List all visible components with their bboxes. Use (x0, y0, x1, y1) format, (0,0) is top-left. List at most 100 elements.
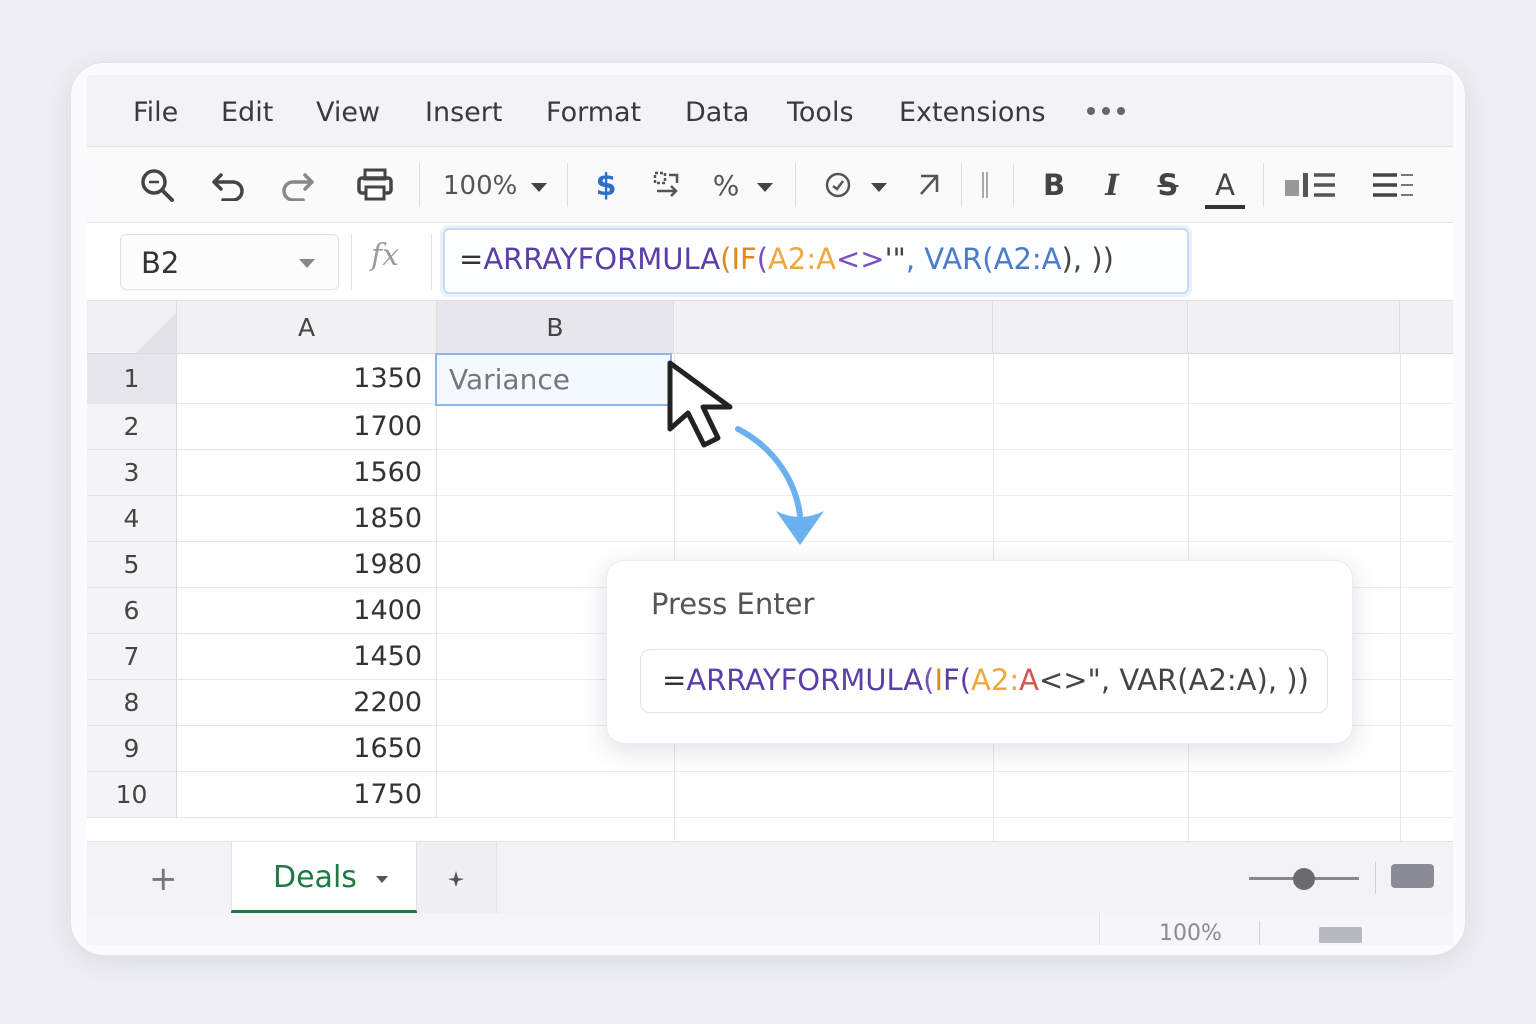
formula-bar: B2 fx =ARRAYFORMULA(IF(A2:A<>'", VAR(A2:… (87, 224, 1453, 301)
cell-a6[interactable]: 1400 (177, 588, 437, 634)
formula-token: ( (756, 242, 769, 276)
add-sheet-button[interactable]: + (149, 859, 178, 899)
zoom-dropdown-icon[interactable] (531, 183, 547, 192)
menu-tools[interactable]: Tools (787, 97, 854, 128)
formula-token: I (934, 663, 944, 697)
column-header-a[interactable]: A (177, 301, 437, 354)
view-toggle-button[interactable] (1391, 864, 1434, 888)
zoom-slider-handle[interactable] (1293, 868, 1315, 890)
formula-token: A2: (971, 663, 1020, 697)
status-bar: 100% (87, 913, 1453, 945)
cursor-annotation (667, 360, 824, 545)
expand-arrow-icon[interactable] (911, 165, 945, 205)
sheet-tab-deals[interactable]: Deals (231, 842, 417, 914)
fill-color-icon[interactable] (1283, 165, 1339, 205)
decimal-format-icon[interactable] (647, 165, 687, 205)
sparkle-icon (448, 871, 464, 887)
menu-insert[interactable]: Insert (425, 97, 502, 128)
cell-a3[interactable]: 1560 (177, 450, 437, 496)
column-header-b[interactable]: B (437, 301, 674, 354)
more-formats-dropdown-icon[interactable] (871, 183, 887, 192)
text-color-button[interactable]: A (1205, 165, 1245, 209)
select-all-corner[interactable] (87, 301, 177, 354)
status-button[interactable] (1319, 927, 1362, 943)
sheet-tab-label: Deals (273, 860, 357, 895)
hint-popup: Press Enter =ARRAYFORMULA(IF(A2:A<>", VA… (606, 560, 1353, 744)
currency-format-button[interactable]: $ (591, 165, 621, 205)
number-format-dropdown-icon[interactable] (757, 183, 773, 192)
formula-token: A (1019, 663, 1039, 697)
formula-token: ( (923, 663, 935, 697)
column-header-d[interactable] (993, 301, 1188, 354)
column-header-f[interactable] (1400, 301, 1453, 354)
cell-a9[interactable]: 1650 (177, 726, 437, 772)
row-header[interactable]: 4 (87, 496, 177, 542)
formula-token: IF (731, 242, 757, 276)
menu-file[interactable]: File (133, 97, 178, 128)
row-gridline (437, 495, 1453, 496)
cell-a7[interactable]: 1450 (177, 634, 437, 680)
column-header-e[interactable] (1188, 301, 1400, 354)
sheet-tab-dropdown-icon[interactable] (376, 876, 388, 883)
row-header[interactable]: 9 (87, 726, 177, 772)
formula-token: ARRAYFORMULA (686, 663, 924, 697)
sheet-list-button[interactable] (417, 842, 497, 914)
row-header[interactable]: 1 (87, 354, 177, 404)
formula-token: A2:A (768, 242, 836, 276)
row-header[interactable]: 3 (87, 450, 177, 496)
toolbar: 100% $ % B I S A (87, 147, 1453, 223)
menu-bar: File Edit View Insert Format Data Tools … (87, 75, 1453, 147)
align-icon[interactable] (1371, 165, 1415, 205)
bold-button[interactable]: B (1037, 165, 1071, 205)
formula-input[interactable]: =ARRAYFORMULA(IF(A2:A<>'", VAR(A2:A), )) (443, 228, 1189, 294)
formula-token: <> (835, 242, 885, 276)
fx-icon: fx (371, 238, 400, 273)
menu-view[interactable]: View (316, 97, 380, 128)
italic-button[interactable]: I (1095, 165, 1129, 205)
clock-icon[interactable] (821, 165, 855, 205)
formula-token: F( (943, 663, 972, 697)
cell-a10[interactable]: 1750 (177, 772, 437, 818)
row-header[interactable]: 10 (87, 772, 177, 818)
formula-token: = (459, 242, 484, 276)
formula-token: A2:A (993, 242, 1062, 276)
cell-a5[interactable]: 1980 (177, 542, 437, 588)
row-gridline (437, 541, 1453, 542)
cell-a1[interactable]: 1350 (177, 354, 437, 404)
cell-a8[interactable]: 2200 (177, 680, 437, 726)
print-icon[interactable] (355, 165, 395, 205)
menu-edit[interactable]: Edit (221, 97, 273, 128)
mouse-pointer-icon (667, 360, 733, 448)
name-box-dropdown-icon[interactable] (299, 259, 315, 268)
redo-icon[interactable] (277, 165, 317, 205)
formula-token: , VAR( (905, 242, 994, 276)
menu-format[interactable]: Format (546, 97, 641, 128)
menu-extensions[interactable]: Extensions (899, 97, 1046, 128)
search-icon[interactable] (137, 165, 177, 205)
zoom-select[interactable]: 100% (443, 171, 517, 201)
row-gridline (437, 771, 1453, 772)
name-box[interactable]: B2 (120, 234, 339, 290)
column-separator-icon (977, 165, 993, 205)
strikethrough-button[interactable]: S (1151, 165, 1185, 205)
formula-token: ARRAYFORMULA (483, 242, 721, 276)
row-header[interactable]: 8 (87, 680, 177, 726)
cell-a2[interactable]: 1700 (177, 404, 437, 450)
status-zoom: 100% (1159, 921, 1222, 945)
column-header-c[interactable] (674, 301, 993, 354)
formula-token: = (662, 663, 687, 697)
popup-formula: =ARRAYFORMULA(IF(A2:A<>", VAR(A2:A), )) (640, 649, 1328, 713)
formula-token: ), )) (1061, 242, 1114, 276)
row-header[interactable]: 5 (87, 542, 177, 588)
more-menu-icon[interactable] (1087, 107, 1125, 115)
row-header[interactable]: 7 (87, 634, 177, 680)
row-header[interactable]: 2 (87, 404, 177, 450)
cell-b1[interactable]: Variance (435, 353, 672, 406)
undo-icon[interactable] (209, 165, 249, 205)
percent-format-button[interactable]: % (709, 165, 743, 205)
row-header[interactable]: 6 (87, 588, 177, 634)
menu-data[interactable]: Data (685, 97, 749, 128)
cell-reference: B2 (141, 246, 180, 280)
formula-token: '" (884, 242, 906, 276)
cell-a4[interactable]: 1850 (177, 496, 437, 542)
